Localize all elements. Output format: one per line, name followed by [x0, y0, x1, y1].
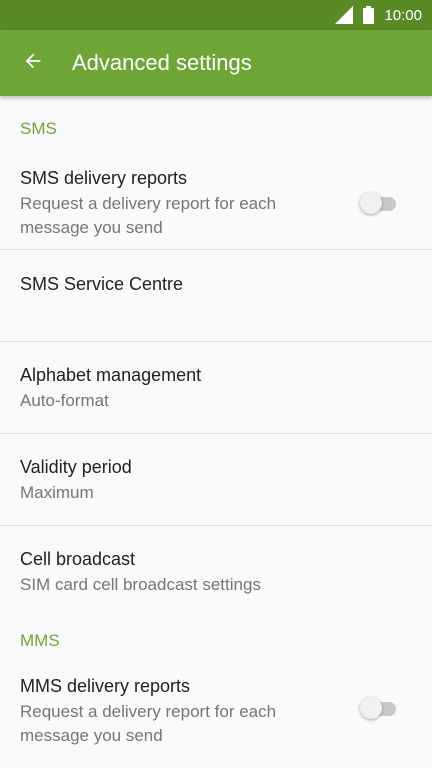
- toggle-thumb: [360, 697, 382, 719]
- setting-texts: MMS delivery reports Request a delivery …: [20, 674, 276, 748]
- setting-validity-period[interactable]: Validity period Maximum: [0, 434, 432, 526]
- setting-cell-broadcast[interactable]: Cell broadcast SIM card cell broadcast s…: [0, 526, 432, 618]
- signal-icon: [335, 6, 354, 24]
- status-bar: 10:00: [0, 0, 432, 30]
- setting-summary: message you send: [20, 726, 163, 745]
- app-bar: Advanced settings: [0, 30, 432, 96]
- section-header-sms: SMS: [20, 119, 57, 138]
- mms-delivery-reports-toggle[interactable]: [360, 696, 400, 720]
- setting-summary: Request a delivery report for each: [20, 702, 277, 721]
- setting-summary: Auto-format: [20, 390, 109, 410]
- section-header-mms: MMS: [20, 631, 60, 650]
- setting-texts: SMS Service Centre: [20, 272, 183, 296]
- setting-texts: Validity period Maximum: [20, 455, 132, 505]
- setting-title: Cell broadcast: [20, 549, 136, 569]
- setting-title: SMS delivery reports: [20, 167, 188, 188]
- arrow-left-icon: [22, 50, 44, 77]
- status-time: 10:00: [384, 6, 422, 24]
- setting-summary: Maximum: [20, 482, 94, 502]
- setting-summary: message you send: [20, 217, 163, 237]
- setting-texts: SMS delivery reports Request a delivery …: [20, 166, 276, 240]
- setting-sms-delivery-reports[interactable]: SMS delivery reports Request a delivery …: [0, 156, 432, 250]
- setting-title: Validity period: [20, 456, 132, 477]
- setting-title: Alphabet management: [20, 364, 202, 385]
- setting-title: MMS delivery reports: [20, 676, 191, 696]
- setting-alphabet-management[interactable]: Alphabet management Auto-format: [0, 342, 432, 434]
- battery-icon: [363, 6, 375, 24]
- setting-title: SMS Service Centre: [20, 274, 184, 294]
- toggle-thumb: [360, 191, 382, 214]
- setting-sms-service-centre[interactable]: SMS Service Centre: [0, 250, 432, 342]
- setting-summary: Request a delivery report for each: [20, 193, 277, 213]
- sms-delivery-reports-toggle[interactable]: [360, 191, 400, 215]
- setting-summary: SIM card cell broadcast settings: [20, 575, 261, 594]
- setting-texts: Cell broadcast SIM card cell broadcast s…: [20, 547, 261, 597]
- page-title: Advanced settings: [72, 50, 252, 75]
- setting-texts: Alphabet management Auto-format: [20, 363, 201, 413]
- settings-list[interactable]: SMS SMS delivery reports Request a deliv…: [0, 96, 432, 768]
- back-button[interactable]: [0, 30, 66, 96]
- setting-mms-delivery-reports[interactable]: MMS delivery reports Request a delivery …: [0, 664, 432, 748]
